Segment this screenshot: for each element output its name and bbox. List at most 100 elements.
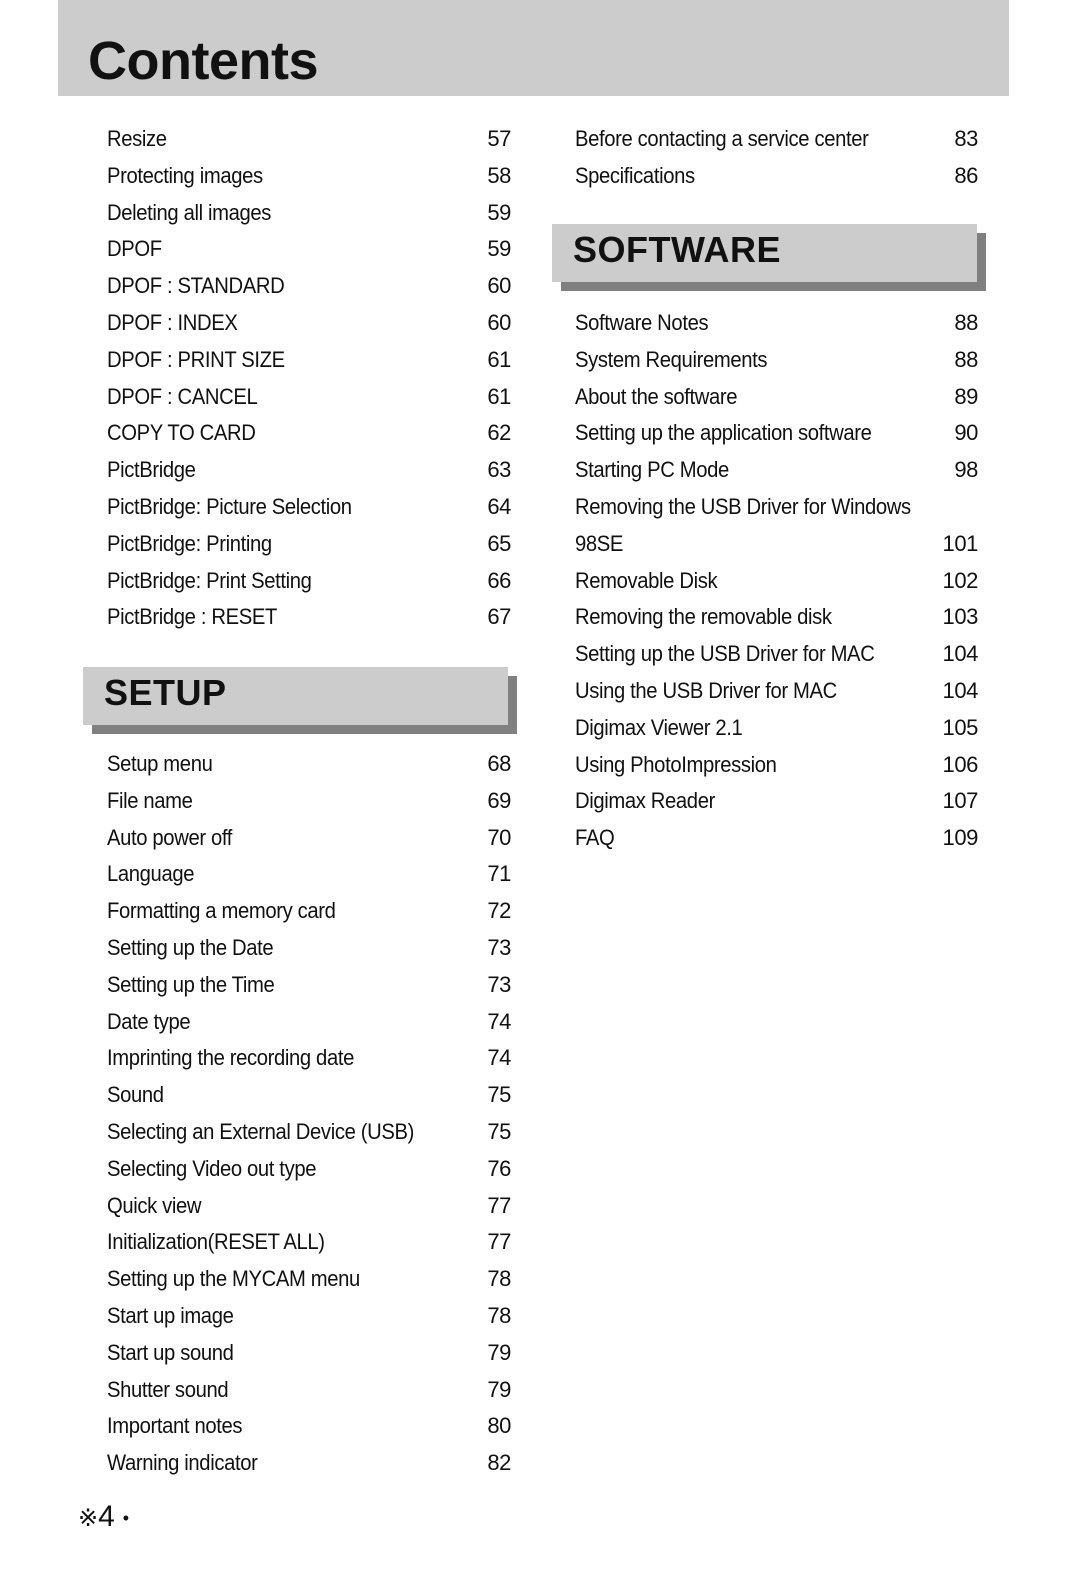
toc-entry-page: 60 — [487, 273, 511, 299]
toc-entry-label: Sound — [107, 1082, 164, 1108]
toc-entry-label: COPY TO CARD — [107, 420, 256, 446]
toc-entry-page: 90 — [954, 420, 978, 446]
toc-entry-page: 73 — [487, 971, 511, 997]
toc-entry-page: 79 — [487, 1376, 511, 1402]
toc-entry-page: 59 — [487, 199, 511, 225]
toc-entry-label: Using PhotoImpression — [575, 751, 777, 777]
toc-entry-label: Starting PC Mode — [575, 457, 729, 483]
toc-entry-page: 104 — [942, 641, 978, 667]
toc-entry-page: 77 — [487, 1192, 511, 1218]
toc-entry-label: FAQ — [575, 825, 615, 851]
toc-entry-label: PictBridge: Picture Selection — [107, 494, 352, 519]
toc-entry-page: 63 — [487, 457, 511, 483]
toc-entry-page: 78 — [487, 1303, 511, 1328]
toc-entry-label: Selecting an External Device (USB) — [107, 1119, 414, 1144]
toc-entry-label: Software Notes — [575, 310, 709, 335]
toc-entry-label: Auto power off — [107, 824, 233, 850]
toc-entry-page: 106 — [942, 751, 978, 777]
toc-entry-page: 79 — [487, 1339, 511, 1365]
toc-entry-label: Start up sound — [107, 1339, 234, 1365]
toc-entry-label: DPOF : PRINT SIZE — [107, 346, 285, 372]
toc-entry-page: 73 — [487, 935, 511, 960]
toc-entry-page: 76 — [487, 1155, 511, 1181]
toc-entry-page: 78 — [487, 1266, 511, 1292]
toc-entry-page: 64 — [487, 494, 511, 519]
toc-entry-label: PictBridge : RESET — [107, 604, 277, 630]
toc-entry-label: Resize — [107, 126, 167, 151]
bullet-icon: • — [122, 1507, 130, 1528]
toc-entry-label: Setting up the USB Driver for MAC — [575, 641, 875, 667]
toc-entry-page: 72 — [487, 898, 511, 924]
toc-entry-page — [918, 492, 978, 522]
toc-entry-page: 80 — [487, 1413, 511, 1439]
toc-entry-page: 60 — [487, 310, 511, 335]
toc-entry-page: 104 — [942, 678, 978, 703]
toc-entry-label: Warning indicator — [107, 1450, 258, 1476]
toc-entry-page: 71 — [487, 861, 511, 887]
toc-entry-page: 88 — [954, 346, 978, 372]
toc-entry-label: Quick view — [107, 1192, 202, 1218]
toc-entry-page: 105 — [942, 714, 978, 740]
reference-mark-icon: ※ — [78, 1505, 99, 1532]
toc-entry-label: Removable Disk — [575, 567, 718, 593]
toc-entry-label: Removing the USB Driver for Windows — [575, 494, 911, 519]
toc-entry-label: PictBridge — [107, 457, 196, 483]
toc-entry-page: 61 — [487, 346, 511, 372]
page-number: 4 — [98, 1500, 115, 1533]
toc-entry-page: 75 — [487, 1119, 511, 1144]
toc-entry-label: File name — [107, 787, 193, 813]
toc-entry-label: Protecting images — [107, 162, 263, 188]
toc-entry-label: Setting up the application software — [575, 420, 872, 446]
toc-entry-page: 74 — [487, 1045, 511, 1071]
toc-entry-label: DPOF — [107, 236, 162, 262]
toc-entry-label: PictBridge: Printing — [107, 530, 272, 556]
toc-entry-label: Digimax Viewer 2.1 — [575, 714, 743, 740]
toc-entry-label: Before contacting a service center — [575, 126, 869, 151]
toc-entry-label: 98SE — [575, 530, 624, 556]
toc-entry-label: Specifications — [575, 162, 695, 188]
toc-entry-label: Setting up the Time — [107, 971, 275, 997]
toc-entry-page: 86 — [954, 162, 978, 188]
toc-entry-label: About the software — [575, 383, 738, 409]
toc-entry-label: Digimax Reader — [575, 788, 715, 814]
toc-entry-label: Deleting all images — [107, 199, 272, 225]
toc-entry-label: Imprinting the recording date — [107, 1045, 354, 1071]
toc-entry-label: Selecting Video out type — [107, 1155, 317, 1181]
toc-entry-page: 57 — [487, 126, 511, 151]
toc-entry-page: 66 — [487, 567, 511, 593]
toc-entry-page: 67 — [487, 604, 511, 630]
toc-entry-label: Using the USB Driver for MAC — [575, 678, 837, 703]
toc-entry-label: DPOF : CANCEL — [107, 383, 258, 409]
toc-entry-label: Removing the removable disk — [575, 604, 832, 630]
toc-entry-page: 68 — [487, 751, 511, 776]
toc-entry-label: DPOF : INDEX — [107, 310, 238, 335]
page-title: Contents — [88, 31, 318, 91]
toc-entry-page: 61 — [487, 383, 511, 409]
section-software-title: SOFTWARE — [573, 229, 781, 270]
toc-entry-page: 109 — [942, 825, 978, 851]
toc-entry-page: 103 — [942, 604, 978, 630]
toc-entry-label: Setup menu — [107, 751, 213, 776]
toc-entry-label: Important notes — [107, 1413, 243, 1439]
toc-entry-page: 70 — [487, 824, 511, 850]
toc-entry-label: Language — [107, 861, 195, 887]
toc-entry-page: 83 — [954, 126, 978, 151]
toc-entry-page: 88 — [954, 310, 978, 335]
toc-entry-label: System Requirements — [575, 346, 768, 372]
toc-entry-label: Date type — [107, 1008, 191, 1034]
toc-entry-page: 58 — [487, 162, 511, 188]
toc-entry-label: Initialization(RESET ALL) — [107, 1229, 325, 1255]
toc-entry-label: Shutter sound — [107, 1376, 229, 1402]
toc-entry-label: Setting up the Date — [107, 935, 274, 960]
toc-entry-page: 75 — [487, 1082, 511, 1108]
page-footer: ※4 • — [78, 1500, 129, 1534]
toc-entry-label: DPOF : STANDARD — [107, 273, 285, 299]
toc-entry-page: 77 — [487, 1229, 511, 1255]
toc-entry-page: 59 — [487, 236, 511, 262]
toc-entry-page: 82 — [487, 1450, 511, 1476]
toc-entry-page: 74 — [487, 1008, 511, 1034]
toc-entry-page: 65 — [487, 530, 511, 556]
toc-entry-label: Formatting a memory card — [107, 898, 336, 924]
toc-entry-page: 89 — [954, 383, 978, 409]
toc-entry-label: Start up image — [107, 1303, 234, 1328]
